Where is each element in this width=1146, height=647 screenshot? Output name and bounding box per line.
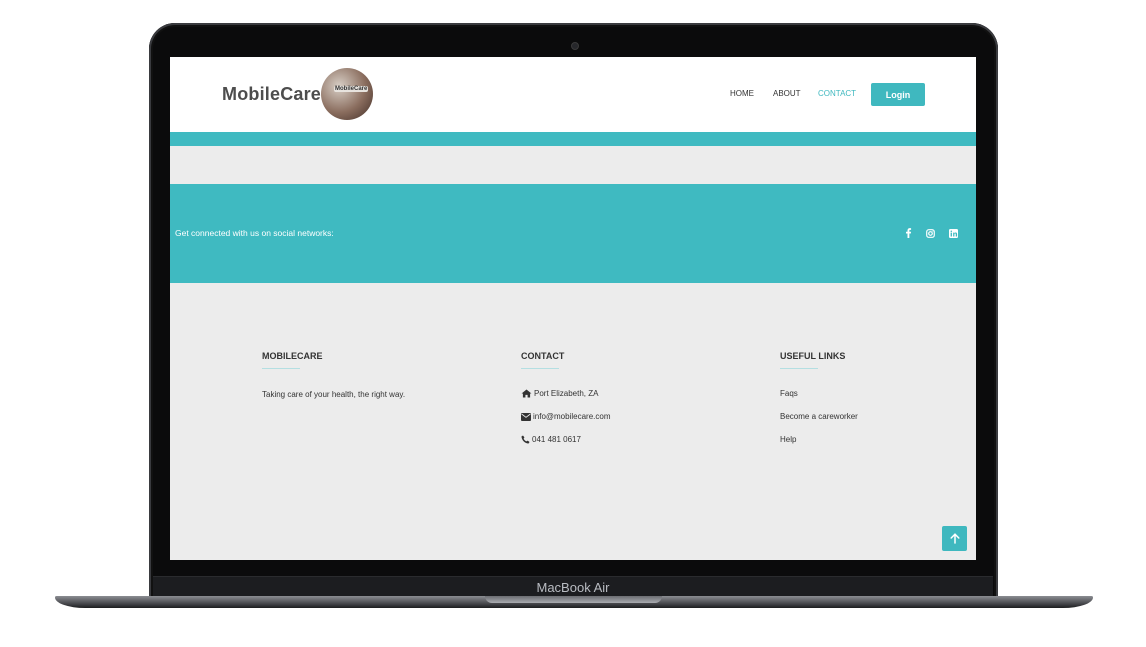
nav-home[interactable]: HOME <box>730 89 754 98</box>
laptop-notch <box>485 596 662 603</box>
linkedin-icon[interactable] <box>947 227 959 239</box>
link-become-careworker[interactable]: Become a careworker <box>780 412 858 421</box>
envelope-icon <box>521 412 531 421</box>
facebook-icon[interactable] <box>902 227 914 239</box>
login-button[interactable]: Login <box>871 83 925 106</box>
links-heading: USEFUL LINKS <box>780 351 846 361</box>
heading-underline <box>262 368 300 369</box>
contact-address: Port Elizabeth, ZA <box>521 389 598 398</box>
browser-screen: MobileCare MobileCare HOME ABOUT CONTACT… <box>170 57 976 560</box>
social-text: Get connected with us on social networks… <box>175 228 334 238</box>
heading-underline <box>521 368 559 369</box>
device-label: MacBook Air <box>536 580 610 595</box>
heading-underline <box>780 368 818 369</box>
email-text: info@mobilecare.com <box>533 412 611 421</box>
phone-text: 041 481 0617 <box>532 435 581 444</box>
scroll-to-top-button[interactable] <box>942 526 967 551</box>
contact-phone[interactable]: 041 481 0617 <box>521 435 581 444</box>
link-help[interactable]: Help <box>780 435 796 444</box>
nav-contact[interactable]: CONTACT <box>818 89 856 98</box>
link-faqs[interactable]: Faqs <box>780 389 798 398</box>
home-icon <box>521 389 532 398</box>
webcam-icon <box>571 42 579 50</box>
laptop-chin: MacBook Air <box>153 576 993 597</box>
header-accent-strip <box>170 132 976 146</box>
about-text: Taking care of your health, the right wa… <box>262 390 406 399</box>
instagram-icon[interactable] <box>924 227 936 239</box>
address-text: Port Elizabeth, ZA <box>534 389 599 398</box>
contact-heading: CONTACT <box>521 351 565 361</box>
about-heading: MOBILECARE <box>262 351 323 361</box>
brand-name[interactable]: MobileCare <box>222 84 321 105</box>
logo-text: MobileCare <box>334 86 369 92</box>
phone-icon <box>521 435 530 444</box>
navbar: MobileCare MobileCare HOME ABOUT CONTACT… <box>170 57 976 132</box>
arrow-up-icon <box>949 533 960 544</box>
brand-logo[interactable]: MobileCare <box>321 68 373 120</box>
contact-email[interactable]: info@mobilecare.com <box>521 412 610 421</box>
nav-about[interactable]: ABOUT <box>773 89 801 98</box>
social-band: Get connected with us on social networks… <box>170 184 976 283</box>
